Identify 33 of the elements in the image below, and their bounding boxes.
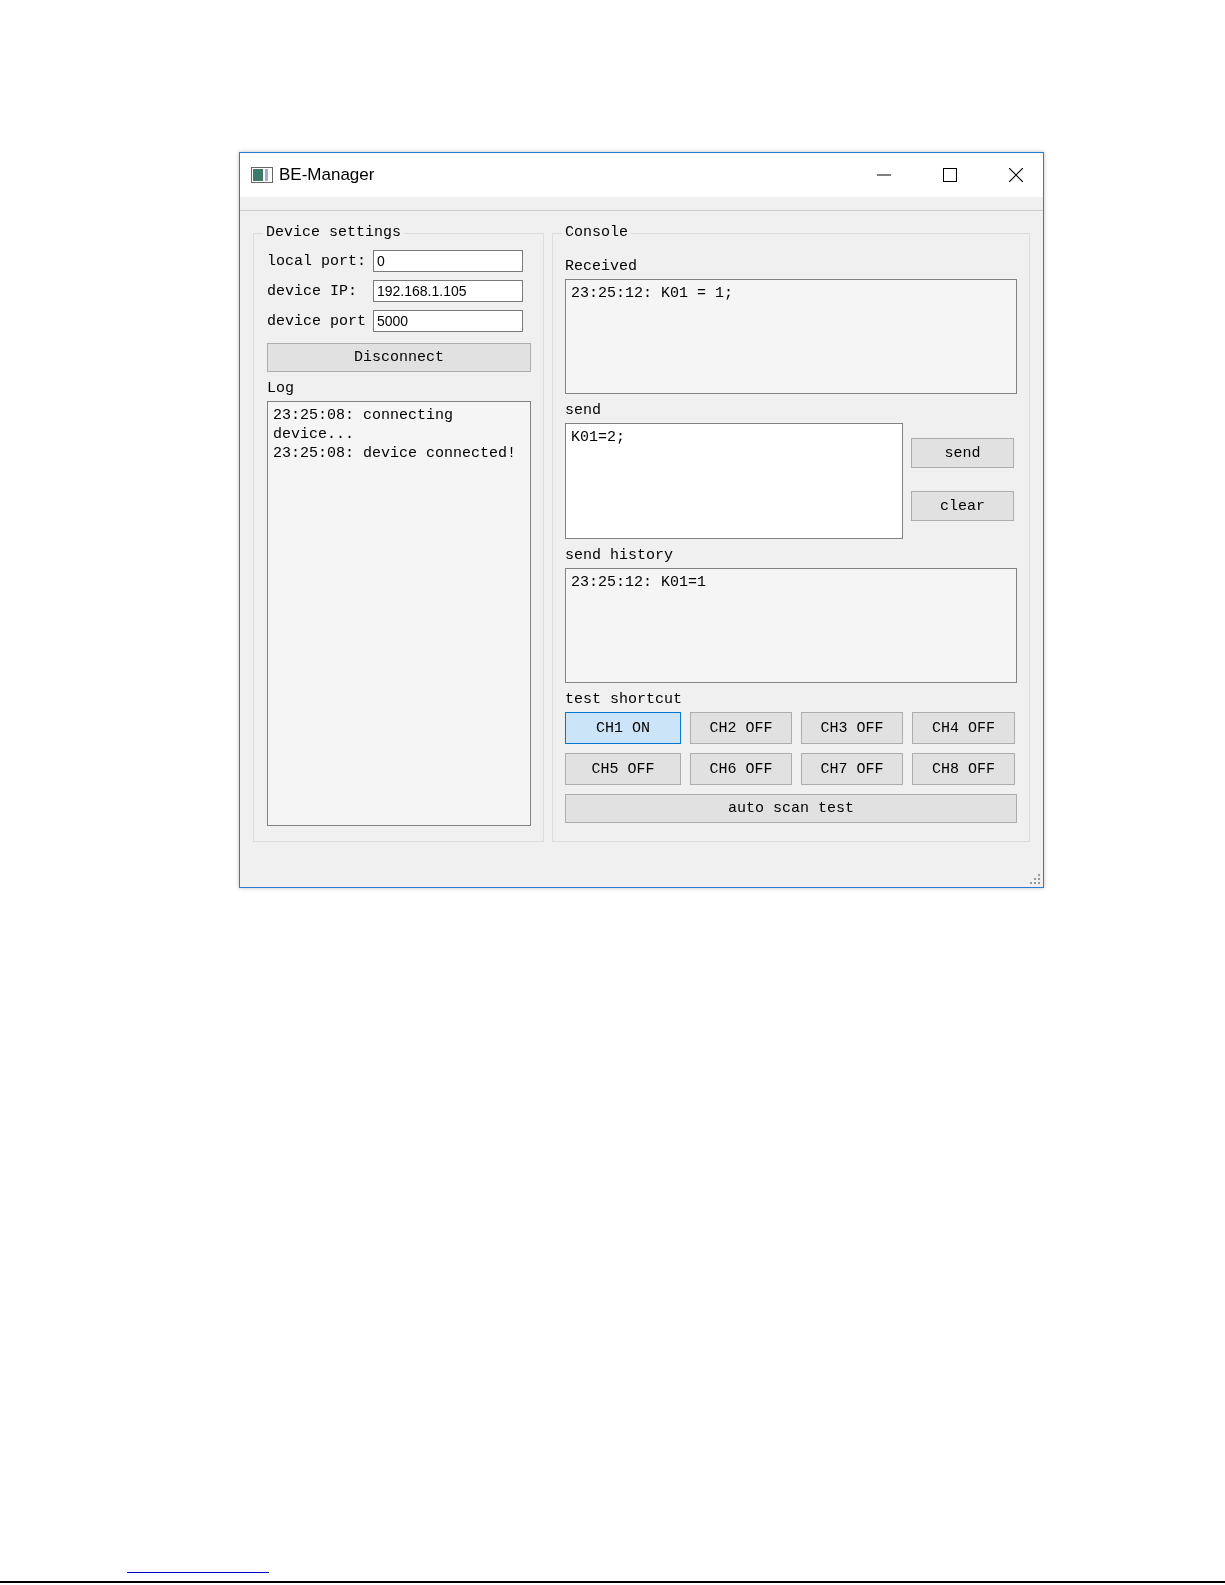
group-title: Device settings [263, 224, 405, 242]
channel-button[interactable]: CH1 ON [565, 712, 681, 744]
shortcut-label: test shortcut [565, 691, 684, 709]
send-button[interactable]: send [911, 438, 1014, 468]
history-box[interactable]: 23:25:12: K01=1 [565, 568, 1017, 683]
received-box[interactable]: 23:25:12: K01 = 1; [565, 279, 1017, 394]
field-label: device IP: [267, 282, 358, 300]
resize-grip-icon[interactable] [1030, 874, 1040, 884]
clear-button[interactable]: clear [911, 491, 1014, 521]
channel-button[interactable]: CH3 OFF [801, 712, 903, 744]
log-box[interactable]: 23:25:08: connecting device... 23:25:08: device connected! [267, 401, 531, 826]
channel-button[interactable]: CH7 OFF [801, 753, 903, 785]
channel-button[interactable]: CH8 OFF [912, 753, 1015, 785]
input-field[interactable]: 192.168.1.105 [373, 280, 523, 302]
auto-scan-button[interactable]: auto scan test [565, 794, 1017, 823]
send-label: send [565, 402, 602, 420]
maximize-icon[interactable] [943, 168, 957, 182]
channel-button[interactable]: CH6 OFF [690, 753, 792, 785]
close-icon[interactable] [1009, 168, 1023, 182]
send-input[interactable]: K01=2; [565, 423, 903, 539]
channel-button[interactable]: CH4 OFF [912, 712, 1015, 744]
received-label: Received [565, 258, 638, 276]
channel-button[interactable]: CH2 OFF [690, 712, 792, 744]
history-label: send history [565, 547, 675, 565]
log-label: Log [267, 380, 295, 398]
input-field[interactable]: 0 [373, 250, 523, 272]
input-field[interactable]: 5000 [373, 310, 523, 332]
window-title: BE-Manager [279, 165, 376, 185]
disconnect-button[interactable]: Disconnect [267, 343, 531, 372]
channel-button[interactable]: CH5 OFF [565, 753, 681, 785]
field-label: local port: [267, 252, 368, 270]
app-icon [251, 167, 273, 183]
field-label: device port [267, 312, 368, 330]
